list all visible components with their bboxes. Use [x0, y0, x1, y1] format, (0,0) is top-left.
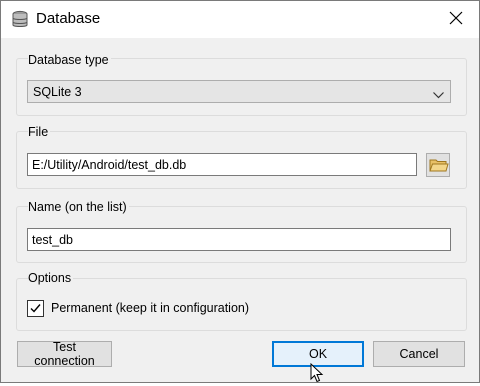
name-value: test_db: [32, 233, 74, 247]
permanent-checkbox-label[interactable]: Permanent (keep it in configuration): [51, 301, 249, 315]
database-type-value: SQLite 3: [33, 85, 82, 99]
file-path-input[interactable]: E:/Utility/Android/test_db.db: [27, 153, 417, 176]
test-connection-button[interactable]: Test connection: [17, 340, 112, 368]
permanent-checkbox[interactable]: [27, 300, 44, 317]
file-path-value: E:/Utility/Android/test_db.db: [32, 158, 187, 172]
name-input[interactable]: test_db: [27, 228, 451, 251]
close-button[interactable]: [433, 1, 479, 38]
database-type-label: Database type: [28, 53, 111, 67]
mouse-pointer-icon: [310, 362, 324, 383]
file-label: File: [28, 125, 51, 139]
window-title: Database: [36, 10, 101, 27]
close-icon: [449, 11, 463, 28]
chevron-down-icon: [433, 88, 444, 102]
title-bar: Database: [1, 1, 479, 38]
database-type-select[interactable]: SQLite 3: [27, 80, 451, 103]
database-icon: [11, 10, 29, 30]
browse-file-button[interactable]: [426, 153, 450, 177]
name-label: Name (on the list): [28, 200, 129, 214]
cancel-button[interactable]: Cancel: [373, 341, 465, 367]
database-dialog: Database Database type SQLite 3 File E:/…: [0, 0, 480, 383]
folder-icon: [427, 159, 449, 179]
options-label: Options: [28, 271, 74, 285]
